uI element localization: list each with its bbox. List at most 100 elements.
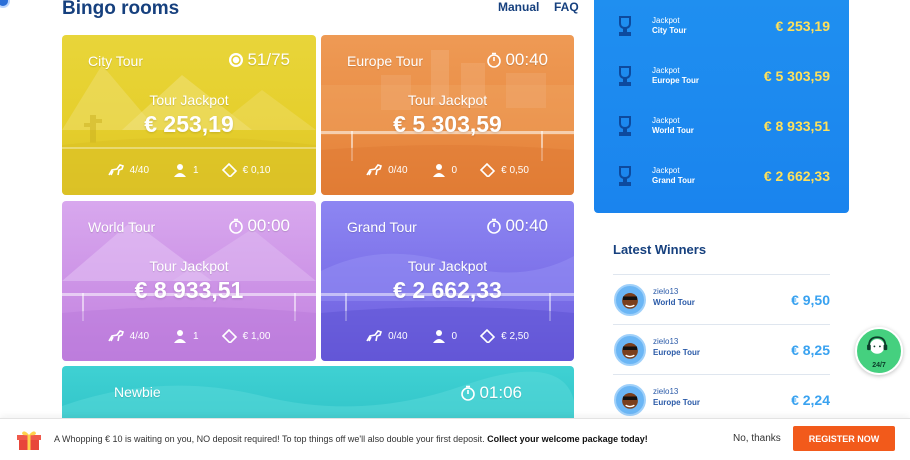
jackpot-value: € 253,19 [775, 18, 831, 34]
banner-message-bold: Collect your welcome package today! [487, 434, 648, 444]
players-count: 0/40 [388, 164, 408, 176]
room-stats: 4/40 1 € 1,00 [62, 329, 316, 343]
room-card-newbie[interactable]: Newbie 01:06 [62, 366, 574, 426]
timer-value: 01:06 [479, 383, 522, 402]
winner-avatar-icon [622, 393, 638, 409]
stopwatch-icon [461, 385, 476, 401]
winner-row: zielo13 Europe Tour € 2,24 [613, 374, 830, 424]
room-timer: 51/75 [228, 50, 290, 70]
jackpot-row-europe-tour[interactable]: Jackpot Europe Tour € 5 303,59 [594, 51, 849, 101]
ticket-price: € 0,50 [501, 164, 529, 176]
avatar [614, 334, 646, 366]
winner-avatar-icon [622, 293, 638, 309]
room-stats: 0/40 0 € 2,50 [321, 329, 574, 343]
horse-icon [366, 330, 383, 342]
users-count: 0 [451, 330, 458, 342]
jackpot-label: Tour Jackpot [149, 258, 229, 274]
ticket-price: € 0,10 [242, 164, 271, 176]
room-card-europe-tour[interactable]: Europe Tour 00:40 Tour Jackpot € 5 303,5… [321, 35, 574, 195]
winner-room: Europe Tour [653, 348, 700, 357]
room-card-world-tour[interactable]: World Tour 00:00 Tour Jackpot € 8 933,51… [62, 201, 316, 361]
stopwatch-icon [487, 52, 502, 68]
timer-value: 00:00 [247, 216, 290, 235]
horse-icon [107, 330, 124, 342]
page: Bingo rooms Manual FAQ City Tour 51/75 T… [0, 0, 910, 460]
room-card-city-tour[interactable]: City Tour 51/75 Tour Jackpot € 253,19 4/… [62, 35, 316, 195]
room-name: World Tour [88, 219, 156, 235]
room-name: Europe Tour [347, 53, 424, 69]
horse-icon [366, 164, 383, 176]
avatar [614, 284, 646, 316]
winner-amount: € 2,24 [791, 392, 830, 408]
user-icon [174, 164, 187, 177]
jackpot-row-world-tour[interactable]: Jackpot World Tour € 8 933,51 [594, 101, 849, 151]
room-card-grand-tour[interactable]: Grand Tour 00:40 Tour Jackpot € 2 662,33… [321, 201, 574, 361]
manual-link[interactable]: Manual [498, 0, 539, 14]
user-icon [432, 330, 445, 343]
room-timer: 00:00 [228, 216, 290, 236]
room-timer: 01:06 [460, 383, 522, 403]
winner-row: zielo13 World Tour € 9,50 [613, 274, 830, 324]
winner-username: zielo13 [653, 337, 679, 346]
jackpot-label: Tour Jackpot [407, 92, 488, 108]
ticket-icon [479, 163, 496, 177]
players-count: 4/40 [129, 164, 150, 176]
users-count: 1 [193, 164, 199, 176]
ticket-icon [221, 163, 237, 177]
jackpot-value: € 2 662,33 [763, 168, 830, 184]
jackpot-row-grand-tour[interactable]: Jackpot Grand Tour € 2 662,33 [594, 151, 849, 201]
timer-value: 00:40 [505, 50, 548, 69]
jackpot-label: Tour Jackpot [407, 258, 488, 274]
jackpot-amount: € 2 662,33 [393, 277, 502, 303]
ticket-icon [221, 329, 237, 343]
room-stats: 4/40 1 € 0,10 [62, 163, 316, 177]
welcome-banner: A Whopping € 10 is waiting on you, NO de… [0, 418, 910, 460]
winner-room: Europe Tour [653, 398, 700, 407]
players-count: 0/40 [388, 330, 408, 342]
jackpot-name: Jackpot City Tour [652, 16, 687, 35]
partial-logo-icon [0, 0, 10, 8]
players-count: 4/40 [129, 330, 150, 342]
jackpot-amount: € 5 303,59 [393, 111, 502, 137]
user-icon [432, 164, 445, 177]
ticket-price: € 2,50 [501, 330, 529, 342]
jackpot-row-city-tour[interactable]: Jackpot City Tour € 253,19 [594, 1, 849, 51]
banner-message: A Whopping € 10 is waiting on you, NO de… [54, 434, 648, 444]
jackpot-amount: € 253,19 [144, 111, 234, 137]
jackpot-name: Jackpot Europe Tour [652, 66, 699, 85]
room-stats: 0/40 0 € 0,50 [321, 163, 574, 177]
jackpot-name: Jackpot World Tour [652, 116, 694, 135]
room-name: Newbie [114, 384, 161, 400]
timer-value: 51/75 [247, 50, 290, 69]
faq-link[interactable]: FAQ [554, 0, 579, 14]
horse-icon [107, 164, 124, 176]
users-count: 0 [451, 164, 458, 176]
room-timer: 00:40 [486, 50, 548, 70]
stopwatch-icon [487, 218, 502, 234]
trophy-icon [619, 66, 631, 86]
trophy-icon [619, 16, 631, 36]
room-timer: 00:40 [486, 216, 548, 236]
winner-room: World Tour [653, 298, 695, 307]
winner-avatar-icon [622, 343, 638, 359]
ticket-icon [479, 329, 496, 343]
jackpot-amount: € 8 933,51 [134, 277, 244, 303]
stopwatch-icon [229, 218, 244, 234]
register-now-button[interactable]: REGISTER NOW [793, 426, 895, 451]
winner-row: zielo13 Europe Tour € 8,25 [613, 324, 830, 374]
jackpot-value: € 8 933,51 [763, 118, 830, 134]
timer-value: 00:40 [505, 216, 548, 235]
jackpot-label: Tour Jackpot [149, 92, 229, 108]
gift-icon [17, 431, 41, 450]
jackpot-name: Jackpot Grand Tour [652, 166, 695, 185]
jackpot-value: € 5 303,59 [763, 68, 830, 84]
winner-username: zielo13 [653, 387, 679, 396]
page-title: Bingo rooms [62, 0, 180, 19]
room-name: City Tour [88, 53, 143, 69]
no-thanks-link[interactable]: No, thanks [733, 433, 781, 444]
support-chat-button[interactable]: 24/7 [855, 327, 903, 375]
room-name: Grand Tour [347, 219, 417, 235]
support-label: 24/7 [872, 362, 886, 369]
winner-amount: € 8,25 [791, 342, 830, 358]
ticket-price: € 1,00 [242, 330, 271, 342]
